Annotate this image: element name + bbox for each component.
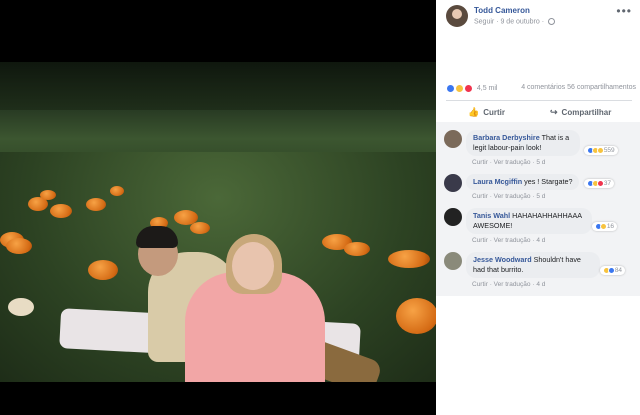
comment-age[interactable]: 5 d [536, 193, 545, 200]
commenter-name[interactable]: Jesse Woodward [473, 255, 532, 264]
share-label: Compartilhar [561, 108, 612, 117]
comment-actions: Curtir · Ver tradução · 4 d [472, 237, 546, 244]
share-button[interactable]: ↪ Compartilhar [550, 107, 611, 118]
comment-reactions[interactable]: 84 [600, 266, 626, 276]
tree-line [0, 62, 436, 110]
commenter-name[interactable]: Laura Mcgiffin [473, 177, 522, 186]
author-name[interactable]: Todd Cameron [474, 6, 530, 15]
comment-reaction-count: 559 [603, 147, 615, 155]
woman-head [232, 242, 274, 290]
translate-link[interactable]: Ver tradução [494, 159, 531, 166]
shares-count[interactable]: 56 compartilhamentos [567, 84, 636, 91]
like-reaction-icon [446, 84, 455, 93]
comment-like-link[interactable]: Curtir [472, 281, 488, 288]
pumpkin [50, 204, 72, 218]
pumpkin [40, 190, 56, 200]
comment-actions: Curtir · Ver tradução · 5 d [472, 193, 546, 200]
author-avatar[interactable] [446, 5, 468, 27]
share-arrow-icon: ↪ [550, 107, 558, 117]
comment-reactions[interactable]: 559 [584, 146, 618, 156]
white-pumpkin [8, 298, 34, 316]
commenter-avatar[interactable] [444, 130, 462, 148]
comment-bubble: Laura Mcgiffin yes ! Stargate? [466, 174, 580, 190]
more-icon[interactable]: ••• [616, 4, 632, 18]
comment-age[interactable]: 5 d [536, 159, 545, 166]
post-actions: 👍 Curtir ↪ Compartilhar [436, 104, 640, 122]
commenter-avatar[interactable] [444, 174, 462, 192]
reactions-count[interactable]: 4,5 mil [477, 85, 498, 92]
divider [446, 100, 632, 101]
comment-text: yes ! Stargate? [524, 177, 573, 186]
post-meta: Seguir · 9 de outubro · [474, 18, 556, 26]
comment-bubble: Barbara Derbyshire That is a legit labou… [466, 130, 580, 156]
comment-like-link[interactable]: Curtir [472, 237, 488, 244]
commenter-avatar[interactable] [444, 252, 462, 270]
post-date[interactable]: 9 de outubro [500, 18, 539, 25]
comment-reactions[interactable]: 16 [592, 222, 618, 232]
comment-bubble: Tanis Wahl HAHAHAHHAHHAAA AWESOME! [466, 208, 592, 234]
globe-icon [548, 18, 556, 25]
comment-reactions[interactable]: 37 [584, 179, 615, 189]
comment-like-link[interactable]: Curtir [472, 159, 488, 166]
thumbs-up-icon: 👍 [468, 107, 480, 117]
comment-like-link[interactable]: Curtir [472, 193, 488, 200]
pumpkin [86, 198, 106, 211]
comments-section: Barbara Derbyshire That is a legit labou… [436, 122, 640, 296]
comment-actions: Curtir · Ver tradução · 4 d [472, 281, 546, 288]
pumpkin [388, 250, 430, 268]
pumpkin [190, 222, 210, 234]
post-header: Todd Cameron Seguir · 9 de outubro · ••• [436, 0, 640, 40]
pumpkin [110, 186, 124, 196]
comment-actions: Curtir · Ver tradução · 5 d [472, 159, 546, 166]
meta-separator: · [541, 18, 547, 26]
commenter-avatar[interactable] [444, 208, 462, 226]
engagement-counts: 4 comentários 56 compartilhamentos [521, 84, 636, 91]
comment-reaction-count: 16 [606, 223, 615, 231]
comment-reaction-count: 37 [603, 180, 612, 188]
pumpkin [396, 298, 436, 334]
comment-reaction-count: 84 [614, 267, 623, 275]
post-photo[interactable] [0, 62, 436, 382]
translate-link[interactable]: Ver tradução [494, 281, 531, 288]
reactions-summary[interactable]: 4,5 mil 4 comentários 56 compartilhament… [446, 84, 636, 96]
pumpkin [88, 260, 118, 280]
haha-reaction-icon [454, 84, 464, 93]
commenter-name[interactable]: Barbara Derbyshire [473, 133, 540, 142]
love-reaction-icon [463, 84, 473, 93]
like-button[interactable]: 👍 Curtir [468, 107, 505, 118]
translate-link[interactable]: Ver tradução [494, 237, 531, 244]
pumpkin [344, 242, 370, 256]
comment-age[interactable]: 4 d [536, 237, 545, 244]
comments-count[interactable]: 4 comentários [521, 84, 565, 91]
comment-age[interactable]: 4 d [536, 281, 545, 288]
follow-link[interactable]: Seguir [474, 18, 494, 25]
pumpkin [6, 238, 32, 254]
comment-bubble: Jesse Woodward Shouldn't have had that b… [466, 252, 600, 278]
like-label: Curtir [483, 108, 505, 117]
translate-link[interactable]: Ver tradução [494, 193, 531, 200]
man-hair [136, 226, 178, 248]
commenter-name[interactable]: Tanis Wahl [473, 211, 510, 220]
post-sidebar: Todd Cameron Seguir · 9 de outubro · •••… [436, 0, 640, 415]
